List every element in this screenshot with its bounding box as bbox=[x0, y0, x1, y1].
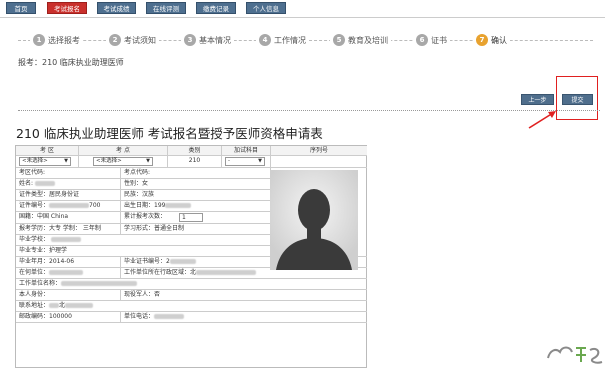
work-phone-label: 单位电话： bbox=[124, 313, 155, 320]
watermark-logo-icon bbox=[547, 346, 603, 364]
birth-date-field: 出生日期：199 bbox=[121, 201, 271, 212]
ethnicity-field: 民族：汉族 bbox=[121, 190, 271, 201]
header-extra-subject: 加试科目 bbox=[222, 146, 271, 156]
header-exam-site: 考 点 bbox=[79, 146, 168, 156]
graduation-date-field: 毕业年月：2014-06 bbox=[16, 257, 121, 268]
redacted-value bbox=[165, 203, 192, 208]
graduation-school-label: 毕业学校： bbox=[19, 236, 50, 243]
redacted-value bbox=[65, 303, 94, 308]
education-field: 报考学历：大专 学制： 三年制 bbox=[16, 224, 121, 235]
redacted-value bbox=[49, 270, 84, 275]
military-field: 现役军人：否 bbox=[121, 290, 367, 301]
redacted-value bbox=[196, 270, 257, 275]
name-label: 姓名: bbox=[19, 180, 34, 187]
exam-area-cell: <未选择> ▼ bbox=[16, 156, 79, 168]
chevron-down-icon: ▼ bbox=[64, 158, 68, 164]
name-field: 姓名: bbox=[16, 179, 121, 190]
employer-label: 在何单位： bbox=[19, 269, 50, 276]
gender-field: 性别：女 bbox=[121, 179, 271, 190]
exam-area-select[interactable]: <未选择> ▼ bbox=[19, 157, 71, 166]
exam-area-select-value: <未选择> bbox=[22, 158, 48, 164]
address-label: 联系地址： bbox=[19, 302, 50, 309]
postal-code-label: 邮政编码： bbox=[19, 313, 50, 320]
exam-site-select[interactable]: <未选择> ▼ bbox=[93, 157, 153, 166]
header-category: 类别 bbox=[168, 146, 222, 156]
id-type-field: 证件类型：居民身份证 bbox=[16, 190, 121, 201]
exam-site-code: 考点代码: bbox=[121, 168, 271, 179]
extra-subject-select[interactable]: - ▼ bbox=[225, 157, 265, 166]
redacted-value bbox=[49, 303, 60, 308]
employer-name-field: 工作单位名称： bbox=[16, 279, 367, 290]
extra-subject-select-value: - bbox=[228, 158, 230, 164]
birth-date-partial: 199 bbox=[154, 202, 166, 209]
redacted-value bbox=[49, 203, 90, 208]
birth-date-label: 出生日期： bbox=[124, 202, 155, 209]
employer-name-label: 工作单位名称： bbox=[19, 280, 62, 287]
identity-field: 本人身份： bbox=[16, 290, 121, 301]
person-silhouette-icon bbox=[270, 170, 358, 270]
form-title: 210 临床执业助理医师 考试报名暨授予医师资格申请表 bbox=[16, 126, 323, 141]
header-serial-number: 序列号 bbox=[271, 146, 367, 156]
redacted-value bbox=[154, 314, 185, 319]
redacted-value bbox=[50, 237, 81, 242]
work-phone-field: 单位电话： bbox=[121, 312, 367, 323]
id-number-tail: 700 bbox=[89, 202, 101, 209]
diploma-number-label: 毕业证书编号： bbox=[124, 258, 167, 265]
section-divider bbox=[18, 110, 600, 111]
exam-site-select-value: <未选择> bbox=[96, 158, 122, 164]
header-exam-area: 考 区 bbox=[16, 146, 79, 156]
employer-region-label: 工作单位所在行政区域： bbox=[124, 269, 191, 276]
exam-site-cell: <未选择> ▼ bbox=[79, 156, 168, 168]
exam-count-label: 累计报考次数： bbox=[124, 213, 167, 220]
category-value: 210 bbox=[168, 156, 222, 168]
extra-subject-cell: - ▼ bbox=[222, 156, 271, 168]
postal-code-value: 100000 bbox=[49, 313, 72, 320]
chevron-down-icon: ▼ bbox=[258, 158, 262, 164]
exam-count-field: 累计报考次数： 1 bbox=[121, 212, 271, 224]
redacted-value bbox=[34, 181, 55, 186]
postal-code-field: 邮政编码：100000 bbox=[16, 312, 121, 323]
applicant-photo bbox=[270, 170, 358, 270]
exam-area-code: 考区代码: bbox=[16, 168, 121, 179]
redacted-value bbox=[61, 281, 138, 286]
exam-count-input[interactable]: 1 bbox=[179, 213, 203, 222]
study-mode-field: 学习形式：普通全日制 bbox=[121, 224, 271, 235]
graduation-school-field: 毕业学校： bbox=[16, 235, 271, 246]
id-number-label: 证件编号： bbox=[19, 202, 50, 209]
redacted-value bbox=[169, 259, 196, 264]
serial-number-value bbox=[271, 156, 367, 168]
employer-field: 在何单位： bbox=[16, 268, 121, 279]
id-number-field: 证件编号： 700 bbox=[16, 201, 121, 212]
nationality-field: 国籍：中国 China bbox=[16, 212, 121, 224]
address-field: 联系地址：北 bbox=[16, 301, 367, 312]
chevron-down-icon: ▼ bbox=[146, 158, 150, 164]
major-field: 毕业专业：护理学 bbox=[16, 246, 271, 257]
